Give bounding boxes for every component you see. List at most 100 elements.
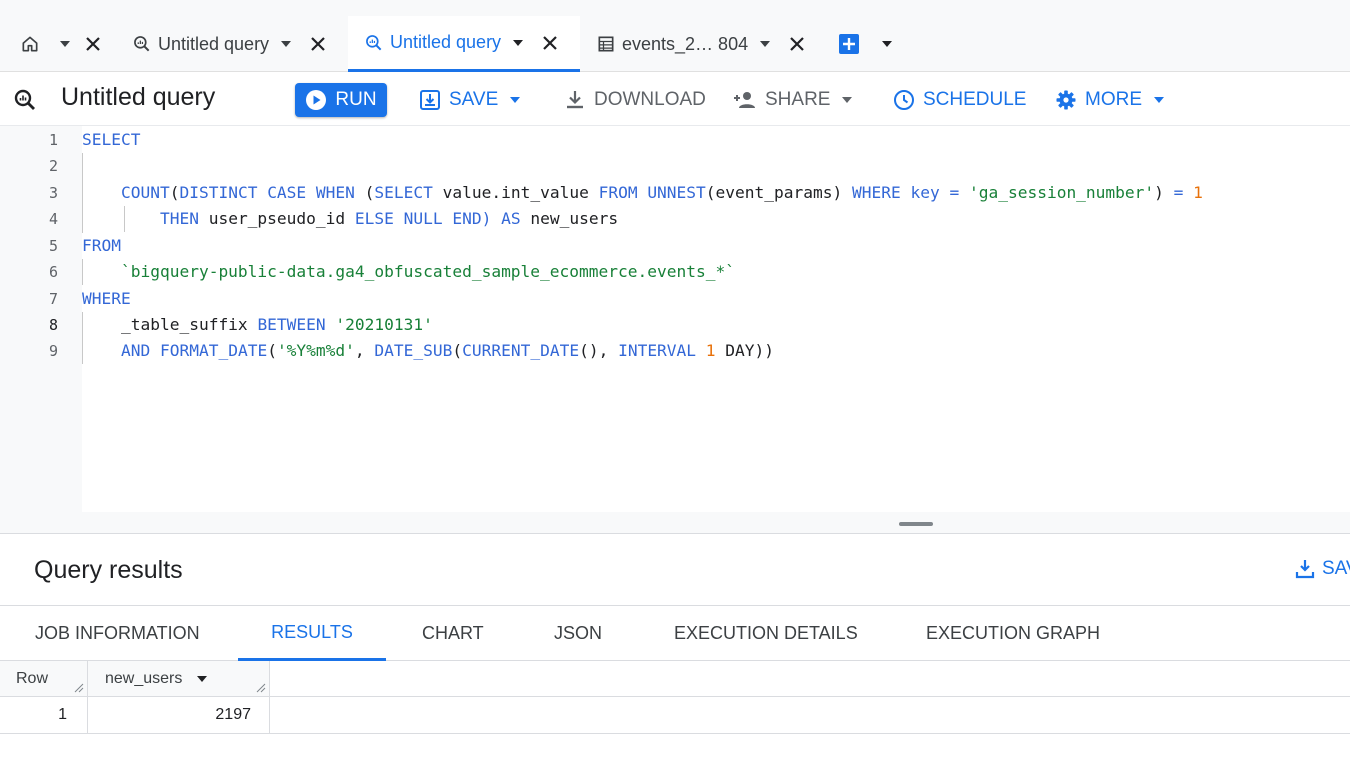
tab-label: EXECUTION DETAILS xyxy=(674,623,858,643)
sort-arrow-icon[interactable] xyxy=(196,673,208,685)
chevron-down-icon[interactable] xyxy=(880,37,894,51)
tab-untitled-query-1[interactable]: Untitled query xyxy=(132,16,327,72)
tab-home[interactable] xyxy=(20,16,102,72)
tab-bar: Untitled query Untitled query events_2… … xyxy=(0,0,1350,72)
schedule-button[interactable]: SCHEDULE xyxy=(893,83,1026,117)
keyword: NULL xyxy=(403,209,443,228)
query-title: Untitled query xyxy=(61,83,216,111)
close-icon[interactable] xyxy=(309,35,327,53)
line-number: 2 xyxy=(48,157,58,175)
add-tab-icon[interactable] xyxy=(838,33,860,55)
code-line-6: `bigquery-public-data.ga4_obfuscated_sam… xyxy=(82,259,735,285)
save-results-label: SAV xyxy=(1322,558,1350,579)
download-button[interactable]: DOWNLOAD xyxy=(564,83,706,117)
tab-label: CHART xyxy=(422,623,484,643)
tab-label: events_2… 804 xyxy=(622,33,749,54)
share-label: SHARE xyxy=(765,89,831,110)
close-icon[interactable] xyxy=(788,35,806,53)
operator: = xyxy=(1173,183,1184,202)
run-button[interactable]: RUN xyxy=(295,83,387,117)
keyword: END) xyxy=(452,209,492,228)
results-table: Row new_users 1 2197 xyxy=(0,661,1350,768)
save-label: SAVE xyxy=(449,89,499,110)
tab-label: JSON xyxy=(554,623,603,643)
run-label: RUN xyxy=(335,89,377,110)
resize-grip-icon[interactable] xyxy=(256,683,266,693)
chevron-down-icon[interactable] xyxy=(511,36,525,50)
keyword: FROM xyxy=(598,183,638,202)
close-icon[interactable] xyxy=(541,34,559,52)
table-cell-new-users: 2197 xyxy=(88,697,270,734)
string-literal: '%Y%m%d' xyxy=(276,341,355,360)
tab-label: JOB INFORMATION xyxy=(35,623,200,643)
column-header-new-users[interactable]: new_users xyxy=(88,661,270,697)
keyword: AND xyxy=(120,341,151,360)
operator: = xyxy=(949,183,960,202)
chevron-down-icon[interactable] xyxy=(279,37,293,51)
token: value.int_value xyxy=(442,183,589,202)
close-icon[interactable] xyxy=(84,35,102,53)
string-literal: 'ga_session_number' xyxy=(968,183,1155,202)
code-line-9: AND FORMAT_DATE('%Y%m%d', DATE_SUB(CURRE… xyxy=(82,338,774,364)
table-icon xyxy=(596,34,616,54)
line-number: 7 xyxy=(48,290,58,308)
keyword: ELSE xyxy=(354,209,394,228)
tab-json[interactable]: JSON xyxy=(554,606,602,661)
tab-label: Untitled query xyxy=(390,32,502,52)
code-line-7: WHERE xyxy=(82,286,131,312)
keyword: INTERVAL xyxy=(618,341,697,360)
new-tab-group xyxy=(838,16,894,72)
code-line-4: THEN user_pseudo_id ELSE NULL END) AS ne… xyxy=(82,206,618,232)
token: ( xyxy=(169,183,180,202)
tab-untitled-query-2[interactable]: Untitled query xyxy=(348,16,580,72)
chevron-down-icon xyxy=(508,93,522,107)
chevron-down-icon[interactable] xyxy=(58,37,72,51)
code-line-5: FROM xyxy=(82,233,121,259)
resize-grip-icon[interactable] xyxy=(74,683,84,693)
number-literal: 1 xyxy=(705,341,716,360)
tab-events-table[interactable]: events_2… 804 xyxy=(596,16,806,72)
column-header-row[interactable]: Row xyxy=(0,661,88,697)
token: ( xyxy=(364,183,375,202)
tab-label: RESULTS xyxy=(271,621,353,642)
download-icon xyxy=(564,89,586,111)
token: DAY)) xyxy=(725,341,775,360)
line-number: 1 xyxy=(48,131,58,149)
save-button[interactable]: SAVE xyxy=(419,83,522,117)
line-number-gutter: 1 2 3 4 5 6 7 8 9 xyxy=(0,126,82,512)
play-icon xyxy=(305,89,327,111)
tab-label: EXECUTION GRAPH xyxy=(926,623,1101,643)
drag-handle[interactable] xyxy=(899,522,933,526)
keyword: CASE xyxy=(267,183,307,202)
schedule-label: SCHEDULE xyxy=(923,89,1027,110)
tab-execution-details[interactable]: EXECUTION DETAILS xyxy=(674,606,858,661)
more-button[interactable]: MORE xyxy=(1055,83,1166,117)
token: (event_params) xyxy=(705,183,843,202)
tab-job-information[interactable]: JOB INFORMATION xyxy=(35,606,200,661)
tab-chart[interactable]: CHART xyxy=(422,606,484,661)
keyword: UNNEST xyxy=(647,183,706,202)
token: ( xyxy=(267,341,277,360)
token: new_users xyxy=(530,209,619,228)
pane-resizer[interactable] xyxy=(0,512,1350,534)
clock-icon xyxy=(893,89,915,111)
keyword: WHERE xyxy=(82,289,131,308)
sql-editor[interactable]: 1 2 3 4 5 6 7 8 9 SELECT COUNT(DISTINCT … xyxy=(0,126,1350,512)
line-number: 4 xyxy=(48,210,58,228)
number-literal: 1 xyxy=(1193,183,1203,202)
chevron-down-icon[interactable] xyxy=(758,37,772,51)
column-header-label: new_users xyxy=(105,669,183,687)
token: (), xyxy=(579,341,609,360)
query-icon xyxy=(364,33,384,53)
function: CURRENT_DATE xyxy=(462,341,580,360)
tab-results[interactable]: RESULTS xyxy=(238,606,386,661)
keyword: DISTINCT xyxy=(179,183,258,202)
row-filler xyxy=(270,697,1350,734)
query-toolbar: Untitled query RUN SAVE DOWNLOAD SHARE S… xyxy=(0,72,1350,126)
share-button[interactable]: SHARE xyxy=(733,83,854,117)
save-results-button[interactable]: SAV xyxy=(1294,558,1350,580)
tab-execution-graph[interactable]: EXECUTION GRAPH xyxy=(926,606,1100,661)
add-person-icon xyxy=(733,89,757,111)
token: , xyxy=(354,341,365,360)
query-icon xyxy=(13,88,37,112)
